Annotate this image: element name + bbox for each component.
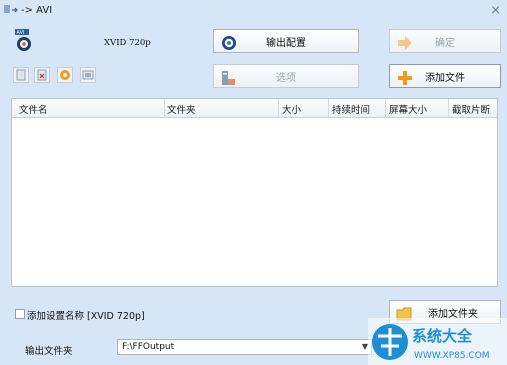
col-clip[interactable]: 截取片断 bbox=[452, 102, 490, 116]
col-folder[interactable]: 文件夹 bbox=[167, 102, 196, 116]
col-duration[interactable]: 持续时间 bbox=[332, 102, 370, 116]
col-filename[interactable]: 文件名 bbox=[19, 102, 48, 116]
col-screen-size[interactable]: 屏幕大小 bbox=[389, 102, 427, 116]
media-info-icon[interactable] bbox=[80, 67, 96, 83]
title-bar: -> AVI × bbox=[0, 0, 507, 22]
add-file-label: 添加文件 bbox=[425, 72, 465, 84]
output-config-icon bbox=[222, 36, 236, 50]
window-title: -> AVI bbox=[21, 5, 53, 16]
profile-name: XVID 720p bbox=[104, 38, 151, 48]
watermark-url: WWW.XP85.COM bbox=[414, 351, 490, 361]
app-icon bbox=[4, 5, 18, 13]
output-config-label: 输出配置 bbox=[266, 37, 306, 49]
close-icon[interactable]: × bbox=[490, 3, 501, 18]
remove-file-icon[interactable] bbox=[34, 67, 50, 83]
add-file-button[interactable]: 添加文件 bbox=[389, 64, 501, 88]
col-size[interactable]: 大小 bbox=[282, 102, 301, 116]
svg-text:AVI: AVI bbox=[17, 30, 25, 36]
output-folder-label: 输出文件夹 bbox=[25, 346, 73, 357]
file-list[interactable]: 文件名 文件夹 大小 持续时间 屏幕大小 截取片断 bbox=[11, 98, 498, 287]
add-profile-name-checkbox[interactable] bbox=[15, 309, 25, 319]
new-file-icon[interactable] bbox=[13, 67, 29, 83]
play-icon[interactable] bbox=[57, 67, 73, 83]
watermark-brand: 系统大全 bbox=[412, 327, 473, 345]
output-folder-select[interactable]: F:\FFOutput ▼ bbox=[117, 339, 372, 355]
add-profile-name-label: 添加设置名称 [XVID 720p] bbox=[27, 311, 145, 322]
options-icon bbox=[222, 71, 235, 85]
avi-format-icon: AVI bbox=[15, 29, 31, 51]
confirm-label: 确定 bbox=[435, 37, 455, 49]
file-list-header: 文件名 文件夹 大小 持续时间 屏幕大小 截取片断 bbox=[12, 99, 497, 118]
output-folder-value: F:\FFOutput bbox=[122, 342, 175, 352]
watermark-logo: 系统大全 WWW.XP85.COM bbox=[368, 318, 507, 365]
plus-icon bbox=[398, 71, 412, 85]
options-label: 选项 bbox=[276, 72, 296, 84]
options-button[interactable]: 选项 bbox=[213, 64, 359, 88]
arrow-right-icon bbox=[398, 36, 412, 50]
confirm-button[interactable]: 确定 bbox=[389, 29, 501, 53]
output-config-button[interactable]: 输出配置 bbox=[213, 29, 359, 53]
